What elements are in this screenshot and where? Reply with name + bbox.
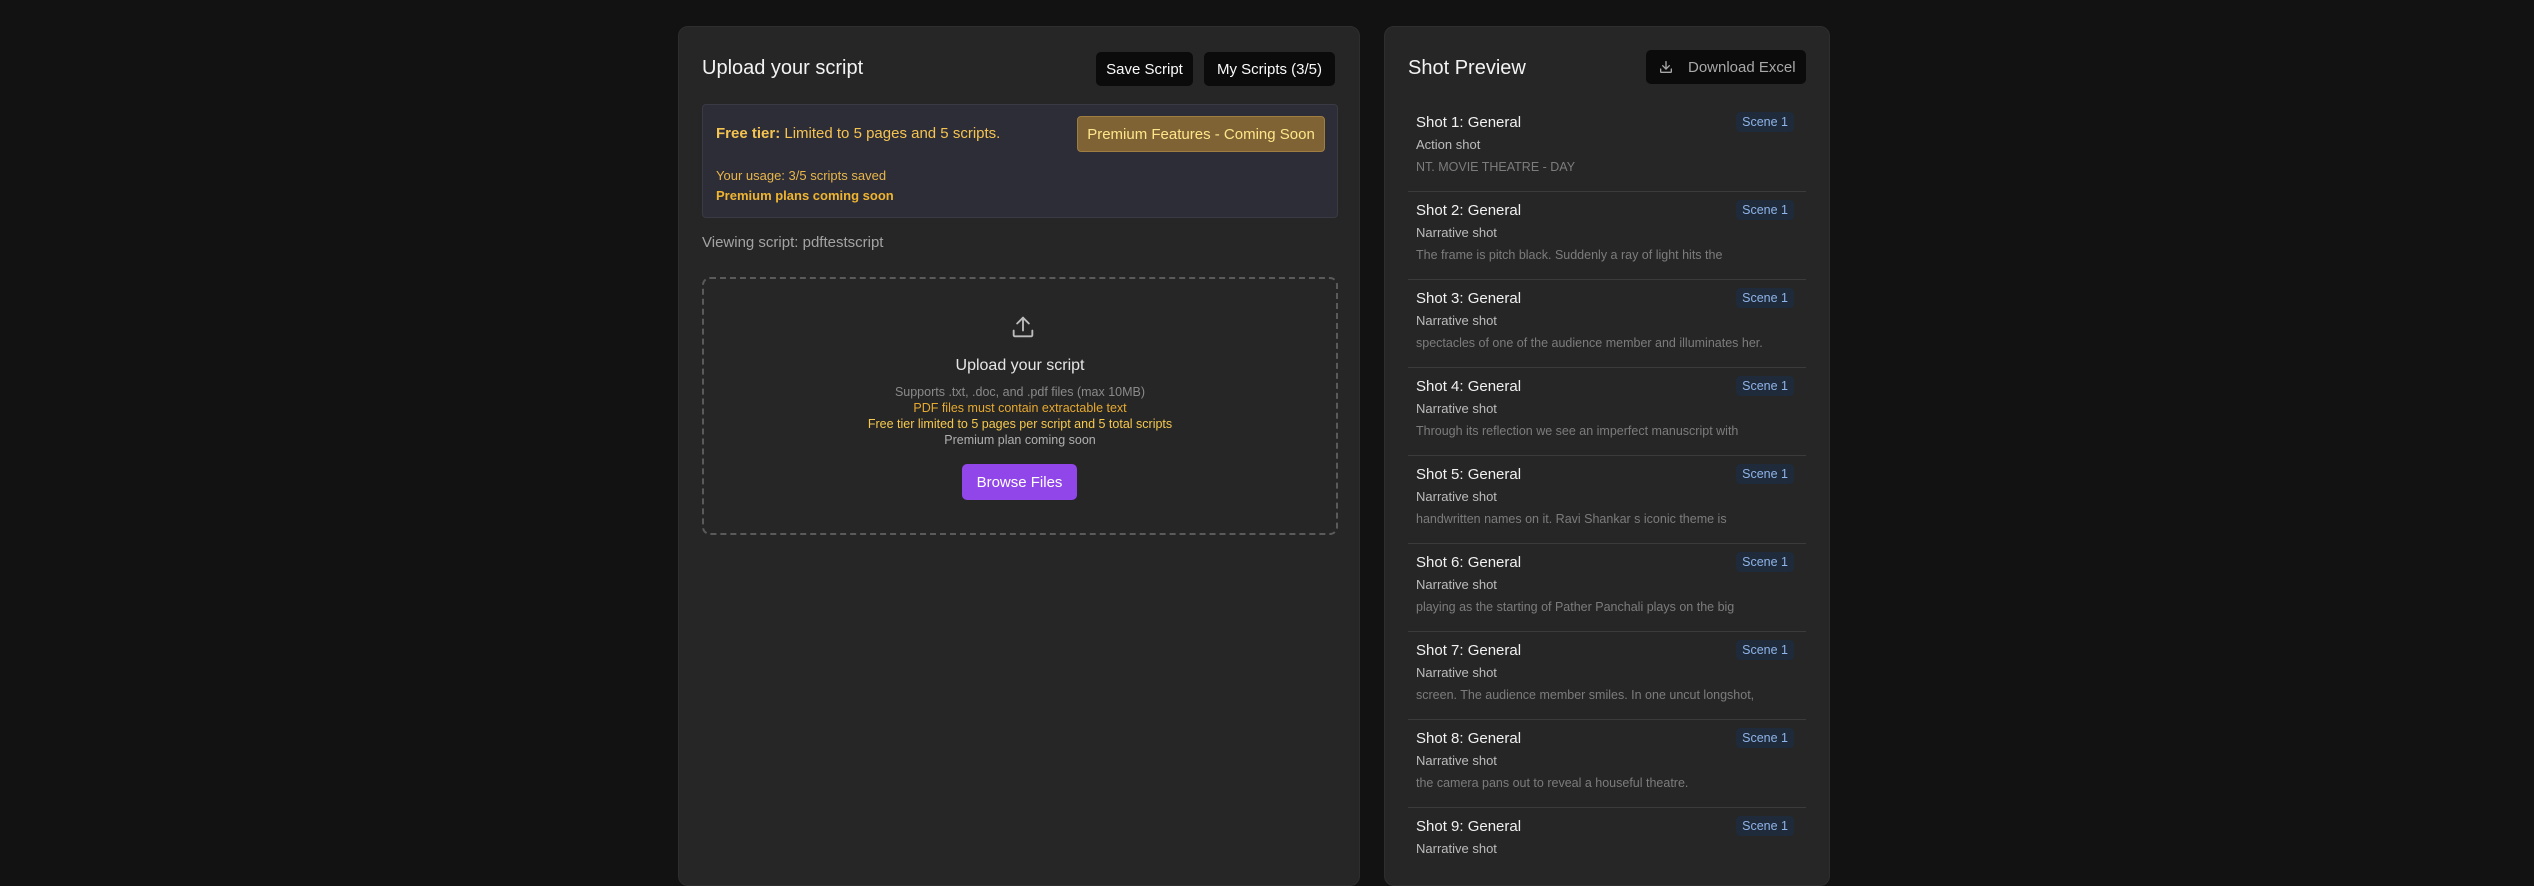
shot-type: Narrative shot	[1416, 753, 1497, 768]
shot-description: handwritten names on it. Ravi Shankar s …	[1416, 512, 1727, 526]
shot-item[interactable]: Shot 2: General Scene 1 Narrative shot T…	[1408, 192, 1806, 280]
scene-badge: Scene 1	[1736, 552, 1794, 572]
scene-badge: Scene 1	[1736, 288, 1794, 308]
pdf-note-text: PDF files must contain extractable text	[913, 401, 1127, 415]
scene-badge: Scene 1	[1736, 640, 1794, 660]
upload-panel: Upload your script Save Script My Script…	[678, 26, 1360, 886]
scene-badge: Scene 1	[1736, 816, 1794, 836]
shot-description: NT. MOVIE THEATRE - DAY	[1416, 160, 1576, 174]
shot-type: Action shot	[1416, 137, 1481, 152]
usage-text: Your usage: 3/5 scripts saved	[716, 168, 887, 183]
shot-title: Shot 9: General	[1416, 818, 1522, 835]
scene-badge: Scene 1	[1736, 464, 1794, 484]
shot-title: Shot 7: General	[1416, 642, 1522, 659]
dropzone-title: Upload your script	[955, 357, 1085, 374]
shot-item[interactable]: Shot 5: General Scene 1 Narrative shot h…	[1408, 456, 1806, 544]
shot-title: Shot 3: General	[1416, 290, 1522, 307]
shot-description: Through its reflection we see an imperfe…	[1416, 424, 1739, 438]
shot-preview-panel: Shot Preview Download Excel Shot 1: Gene…	[1384, 26, 1830, 886]
free-tier-text: Limited to 5 pages and 5 scripts.	[780, 125, 1001, 142]
shot-description: spectacles of one of the audience member…	[1416, 336, 1763, 350]
shot-item[interactable]: Shot 1: General Scene 1 Action shot NT. …	[1408, 104, 1806, 192]
save-script-button[interactable]: Save Script	[1096, 52, 1193, 86]
download-excel-button[interactable]: Download Excel	[1646, 50, 1806, 84]
shot-list: Shot 1: General Scene 1 Action shot NT. …	[1408, 104, 1806, 885]
shot-preview-title: Shot Preview	[1408, 57, 1526, 79]
shot-type: Narrative shot	[1416, 225, 1497, 240]
download-excel-label: Download Excel	[1688, 58, 1796, 76]
shot-description: playing as the starting of Pather Pancha…	[1416, 600, 1735, 614]
scene-badge: Scene 1	[1736, 200, 1794, 220]
shot-title: Shot 5: General	[1416, 466, 1522, 483]
shot-type: Narrative shot	[1416, 489, 1497, 504]
shot-item[interactable]: Shot 7: General Scene 1 Narrative shot s…	[1408, 632, 1806, 720]
shot-item[interactable]: Shot 8: General Scene 1 Narrative shot t…	[1408, 720, 1806, 808]
shot-type: Narrative shot	[1416, 577, 1497, 592]
scene-badge: Scene 1	[1736, 728, 1794, 748]
premium-features-button[interactable]: Premium Features - Coming Soon	[1077, 116, 1325, 152]
shot-type: Narrative shot	[1416, 665, 1497, 680]
scene-badge: Scene 1	[1736, 376, 1794, 396]
shot-item[interactable]: Shot 3: General Scene 1 Narrative shot s…	[1408, 280, 1806, 368]
free-tier-label: Free tier:	[716, 125, 781, 142]
shot-description: screen. The audience member smiles. In o…	[1416, 688, 1755, 702]
shot-item[interactable]: Shot 4: General Scene 1 Narrative shot T…	[1408, 368, 1806, 456]
shot-description: The frame is pitch black. Suddenly a ray…	[1416, 248, 1723, 262]
shot-title: Shot 8: General	[1416, 730, 1522, 747]
supported-formats-text: Supports .txt, .doc, and .pdf files (max…	[894, 385, 1146, 399]
free-tier-limit-text: Free tier limited to 5 pages per script …	[867, 417, 1173, 431]
shot-item[interactable]: Shot 9: General Scene 1 Narrative shot	[1408, 808, 1806, 885]
premium-plan-note: Premium plan coming soon	[944, 433, 1096, 447]
shot-type: Narrative shot	[1416, 313, 1497, 328]
shot-description: the camera pans out to reveal a houseful…	[1416, 776, 1689, 790]
shot-item[interactable]: Shot 6: General Scene 1 Narrative shot p…	[1408, 544, 1806, 632]
shot-title: Shot 1: General	[1416, 114, 1522, 131]
upload-icon	[1012, 316, 1034, 338]
file-dropzone[interactable]: Upload your script Supports .txt, .doc, …	[702, 277, 1338, 535]
premium-plans-text: Premium plans coming soon	[716, 188, 894, 203]
scene-badge: Scene 1	[1736, 112, 1794, 132]
my-scripts-button[interactable]: My Scripts (3/5)	[1204, 52, 1335, 86]
free-tier-line: Free tier: Limited to 5 pages and 5 scri…	[716, 125, 1000, 142]
upload-panel-title: Upload your script	[702, 57, 864, 79]
shot-title: Shot 6: General	[1416, 554, 1522, 571]
browse-files-button[interactable]: Browse Files	[962, 464, 1077, 500]
free-tier-banner: Free tier: Limited to 5 pages and 5 scri…	[702, 104, 1338, 218]
shot-title: Shot 4: General	[1416, 378, 1522, 395]
shot-type: Narrative shot	[1416, 841, 1497, 856]
viewing-script-label: Viewing script: pdftestscript	[702, 234, 884, 251]
download-icon	[1660, 61, 1672, 73]
shot-title: Shot 2: General	[1416, 202, 1522, 219]
shot-type: Narrative shot	[1416, 401, 1497, 416]
